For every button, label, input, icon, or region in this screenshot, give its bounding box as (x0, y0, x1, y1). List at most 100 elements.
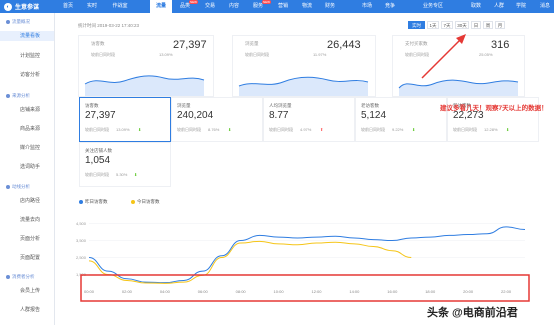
metric-label: 访客数 (85, 103, 99, 108)
top-nav: ◐ 生意参谋 首页 实时 作战室 流量 品类 NEW 交易 内容 服务 NEW … (0, 0, 554, 13)
x-tick-label: 10:00 (274, 289, 285, 294)
y-tick-label: 3,500 (76, 238, 87, 243)
sidebar-item-traffic-destination[interactable]: 流量去向 (0, 215, 54, 225)
x-axis-labels: 00:00 02:00 04:00 06:00 08:00 10:00 12:00 14:00… (84, 289, 512, 294)
metric-compare-label: 较前日同时段 (361, 127, 385, 132)
consumer-icon (6, 275, 10, 279)
nav-category[interactable]: 品类 NEW (176, 0, 198, 13)
sparkline-area (399, 80, 518, 96)
annotation-text: 建议多看几天！观察7天以上的数据！ (440, 105, 548, 112)
metric-returning-visitors[interactable]: 老访客数 5,124 较前日同时段 9.22% ⬇ (355, 97, 447, 142)
nav-competition[interactable]: 竞争 (381, 0, 399, 13)
nav-content[interactable]: 内容 (225, 0, 243, 13)
x-tick-label: 00:00 (84, 289, 95, 294)
arrow-down-icon: ⬇ (412, 127, 416, 132)
metric-label: 老访客数 (361, 103, 379, 108)
metric-change-pct: 4.97% (300, 127, 312, 132)
range-realtime[interactable]: 实时 (408, 21, 425, 29)
summary-card-pageviews[interactable]: 浏览量 26,443 较前日同时段 11.97% (232, 35, 376, 97)
sidebar-item-page-analysis[interactable]: 页面分析 (0, 234, 54, 244)
sidebar-group-title: 消费者分析 (12, 274, 35, 279)
sidebar-item-plan-monitor[interactable]: 计划监控 (0, 51, 54, 61)
card-value: 27,397 (173, 39, 207, 51)
nav-service-label: 服务 (252, 3, 263, 9)
metric-compare-label: 较前日同时段 (85, 172, 109, 177)
nav-home[interactable]: 首页 (58, 0, 78, 13)
arrow-down-icon: ⬇ (228, 127, 232, 132)
y-tick-label: 2,500 (76, 255, 87, 260)
metric-change-pct: 13.09% (116, 127, 130, 132)
x-tick-label: 04:00 (160, 289, 171, 294)
metric-pageviews[interactable]: 浏览量 240,204 较前日同时段 8.76% ⬇ (171, 97, 263, 142)
sidebar-item-media-monitor[interactable]: 媒介监控 (0, 143, 54, 153)
y-axis-labels: 1,5002,5003,5004,500 (76, 221, 87, 277)
card-label: 访客数 (91, 41, 105, 46)
nav-service[interactable]: 服务 NEW (249, 0, 271, 13)
new-badge: NEW (189, 0, 198, 4)
sidebar-group-consumer[interactable]: 消费者分析 (6, 274, 35, 280)
nav-trade[interactable]: 交易 (201, 0, 219, 13)
metric-change-pct: 9.22% (392, 127, 404, 132)
card-value: 316 (491, 39, 510, 51)
x-tick-label: 14:00 (349, 289, 360, 294)
x-tick-label: 12:00 (311, 289, 322, 294)
range-30d[interactable]: 30天 (455, 21, 469, 29)
message-link[interactable]: 消息 (540, 2, 550, 9)
metric-value: 1,054 (85, 155, 111, 166)
sidebar-item-keyword-helper[interactable]: 选词助手 (0, 162, 54, 172)
metric-change-pct: 12.28% (484, 127, 498, 132)
range-month[interactable]: 月 (495, 21, 505, 29)
nav-market[interactable]: 市场 (358, 0, 376, 13)
metric-value: 240,204 (177, 110, 214, 121)
metric-label: 人均浏览量 (269, 103, 292, 108)
sidebar-item-page-config[interactable]: 页面配置 (0, 253, 54, 263)
sidebar-item-visitor-analysis[interactable]: 访客分析 (0, 70, 54, 80)
arrow-up-icon: ⬆ (320, 127, 324, 132)
brand-logo[interactable]: ◐ 生意参谋 (4, 2, 39, 11)
source-icon (6, 94, 10, 98)
sidebar-item-crowd-report[interactable]: 人群报告 (0, 305, 54, 315)
metric-shop-followers[interactable]: 关注店铺人数 1,054 较前日同时段 5.30% ⬇ (79, 142, 171, 187)
nav-finance[interactable]: 财务 (321, 0, 339, 13)
summary-card-visitors[interactable]: 访客数 27,397 较前日同时段 13.09% (78, 35, 214, 97)
sidebar-item-member-upload[interactable]: 会员上传 (0, 286, 54, 296)
metric-label: 关注店铺人数 (85, 148, 112, 153)
nav-academy[interactable]: 学院 (512, 0, 530, 13)
sidebar-group-source[interactable]: 来源分析 (6, 93, 30, 99)
sidebar-group-overview[interactable]: 流量概况 (6, 19, 30, 25)
sidebar-item-traffic-board[interactable]: 流量看板 (0, 31, 54, 41)
sidebar-group-title: 来源分析 (12, 93, 30, 98)
card-label: 支付买家数 (405, 41, 428, 46)
x-tick-label: 08:00 (236, 289, 247, 294)
metric-change-pct: 8.76% (208, 127, 220, 132)
metric-avg-pageviews[interactable]: 人均浏览量 8.77 较前日同时段 4.97% ⬆ (263, 97, 355, 142)
legend-swatch (131, 200, 135, 204)
sparkline (84, 75, 205, 96)
new-badge: NEW (262, 0, 271, 4)
arrow-down-icon: ⬇ (134, 172, 138, 177)
sidebar-item-store-path[interactable]: 店内路径 (0, 196, 54, 206)
sidebar-group-title: 流量概况 (12, 19, 30, 24)
brand-name: 生意参谋 (15, 5, 40, 11)
range-week[interactable]: 周 (483, 21, 493, 29)
metric-compare-label: 较前日同时段 (269, 127, 293, 132)
nav-logistics[interactable]: 物流 (298, 0, 316, 13)
range-7d[interactable]: 7天 (441, 21, 453, 29)
nav-traffic[interactable]: 流量 (150, 0, 172, 13)
range-day[interactable]: 日 (471, 21, 481, 29)
metric-visitors[interactable]: 访客数 27,397 较前日同时段 13.09% ⬇ (79, 97, 171, 142)
nav-category-label: 品类 (179, 3, 190, 9)
nav-business-zone[interactable]: 业务专区 (418, 0, 448, 13)
sparkline (398, 79, 519, 96)
nav-data[interactable]: 取数 (467, 0, 485, 13)
sidebar-group-path[interactable]: 动线分析 (6, 184, 30, 190)
range-1d[interactable]: 1天 (427, 21, 439, 29)
summary-card-buyers[interactable]: 支付买家数 316 较前日同时段 25.05% (392, 35, 525, 97)
sidebar-item-product-source[interactable]: 商品来源 (0, 124, 54, 134)
metric-value: 8.77 (269, 110, 289, 121)
nav-crowd[interactable]: 人群 (490, 0, 508, 13)
nav-realtime[interactable]: 实时 (83, 0, 101, 13)
nav-marketing[interactable]: 营销 (274, 0, 292, 13)
nav-war-room[interactable]: 作战室 (108, 0, 132, 13)
sidebar-item-shop-source[interactable]: 店铺来源 (0, 105, 54, 115)
